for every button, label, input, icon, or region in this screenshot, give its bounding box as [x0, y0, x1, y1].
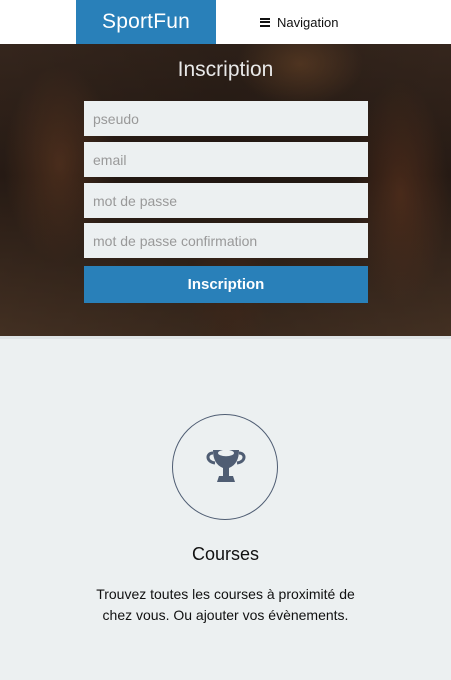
feature-icon-circle	[172, 414, 278, 520]
feature-title: Courses	[191, 544, 260, 564]
signup-hero: Inscription Inscription	[0, 44, 451, 336]
pseudo-input[interactable]	[84, 101, 368, 136]
feature-description: Trouvez toutes les courses à proximité d…	[96, 586, 355, 623]
password-input[interactable]	[84, 183, 368, 218]
menu-icon	[260, 17, 270, 27]
trophy-icon	[206, 449, 246, 482]
navigation-label: Navigation	[277, 14, 339, 30]
signup-title: Inscription	[177, 58, 274, 81]
signup-submit-button[interactable]: Inscription	[84, 266, 368, 303]
top-bar: SportFun Navigation	[0, 0, 451, 44]
brand-logo[interactable]: SportFun	[76, 0, 216, 44]
email-input[interactable]	[84, 142, 368, 177]
password-confirm-input[interactable]	[84, 223, 368, 258]
section-divider	[0, 336, 451, 339]
navigation-toggle[interactable]: Navigation	[260, 12, 338, 32]
